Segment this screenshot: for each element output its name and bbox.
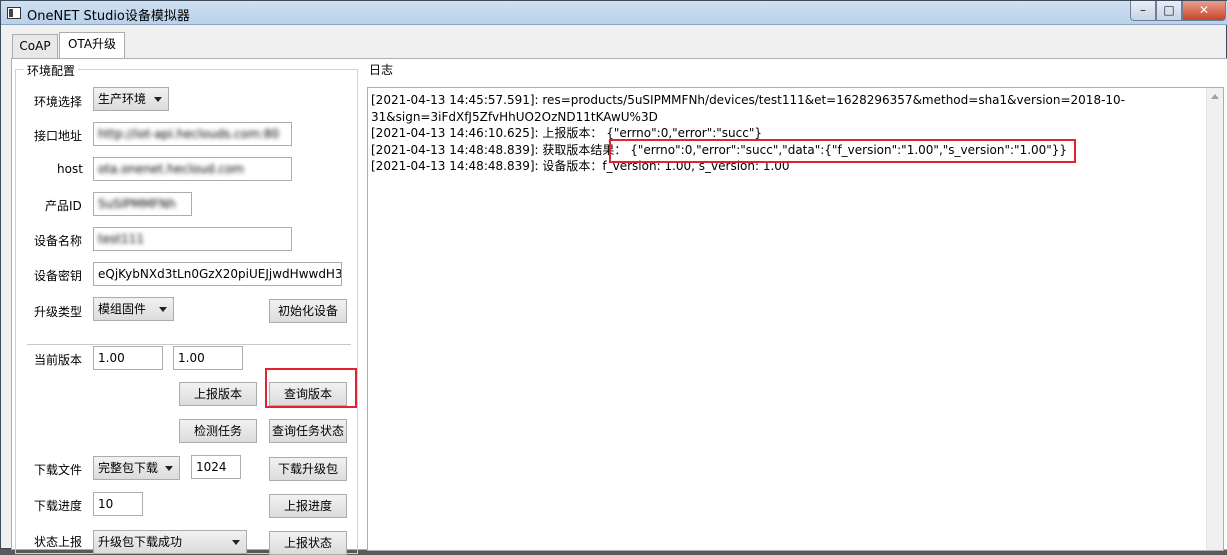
close-button[interactable]: ✕: [1182, 1, 1226, 21]
download-size-field[interactable]: 1024: [191, 455, 241, 479]
product-id-label: 产品ID: [45, 199, 82, 213]
scroll-up-icon[interactable]: [1211, 94, 1219, 99]
log-textarea[interactable]: [2021-04-13 14:45:57.591]: res=products/…: [367, 87, 1224, 551]
download-mode-value: 完整包下载: [98, 461, 159, 475]
app-icon: [7, 7, 21, 19]
chevron-down-icon: [154, 97, 162, 102]
host-field[interactable]: ota.onenet.hecloud.com: [93, 157, 292, 181]
tab-ota[interactable]: OTA升级: [59, 32, 125, 59]
report-progress-button[interactable]: 上报进度: [269, 494, 347, 518]
maximize-button[interactable]: □: [1156, 1, 1182, 21]
upgrade-type-label: 升级类型: [34, 305, 83, 319]
download-mode-select[interactable]: 完整包下载: [93, 456, 180, 480]
log-scrollbar[interactable]: [1206, 88, 1223, 550]
current-version-label: 当前版本: [34, 353, 83, 367]
window-title: OneNET Studio设备模拟器: [27, 9, 190, 24]
host-label: host: [57, 162, 83, 176]
chevron-down-icon: [159, 307, 167, 312]
device-key-label: 设备密钥: [34, 269, 83, 283]
chevron-down-icon: [232, 540, 240, 545]
report-version-button[interactable]: 上报版本: [179, 382, 257, 406]
download-progress-label: 下载进度: [34, 499, 83, 513]
device-key-field[interactable]: eQjKybNXd3tLn0GzX20piUEJjwdHwwdH3: [93, 262, 342, 286]
query-task-status-button[interactable]: 查询任务状态: [269, 419, 347, 443]
f-version-field[interactable]: 1.00: [93, 346, 163, 370]
download-size-value: 1024: [196, 460, 227, 474]
env-select[interactable]: 生产环境: [93, 87, 169, 111]
query-version-highlight: [265, 368, 357, 408]
device-name-field[interactable]: test111: [93, 227, 292, 251]
device-name-label: 设备名称: [34, 234, 83, 248]
env-config-group: 环境配置 环境选择 生产环境 接口地址 http://iot-api.heclo…: [15, 62, 358, 555]
report-status-button[interactable]: 上报状态: [269, 531, 347, 555]
upgrade-type-select[interactable]: 模组固件: [93, 297, 174, 321]
upgrade-type-value: 模组固件: [98, 302, 147, 316]
api-addr-label: 接口地址: [34, 129, 83, 143]
host-value: ota.onenet.hecloud.com: [98, 162, 244, 176]
device-name-value: test111: [98, 232, 144, 246]
api-addr-field[interactable]: http://iot-api.heclouds.com:80: [93, 122, 292, 146]
status-value: 升级包下载成功: [98, 535, 183, 549]
minimize-button[interactable]: –: [1130, 1, 1156, 21]
download-progress-value: 10: [98, 497, 114, 511]
status-select[interactable]: 升级包下载成功: [93, 530, 247, 554]
env-select-label: 环境选择: [34, 95, 83, 109]
title-bar[interactable]: OneNET Studio设备模拟器 – □ ✕: [1, 1, 1227, 25]
log-line: 31&sign=3iFdXfJ5ZfvHhUO2OzND11tKAwU%3D: [371, 109, 658, 124]
env-select-value: 生产环境: [98, 92, 147, 106]
app-window: OneNET Studio设备模拟器 – □ ✕ CoAP OTA升级 环境配置…: [0, 0, 1227, 555]
download-package-button[interactable]: 下载升级包: [269, 457, 347, 481]
ota-tab-panel: 环境配置 环境选择 生产环境 接口地址 http://iot-api.heclo…: [11, 58, 1227, 555]
log-legend: 日志: [366, 61, 397, 78]
init-device-button[interactable]: 初始化设备: [269, 299, 347, 323]
device-key-value: eQjKybNXd3tLn0GzX20piUEJjwdHwwdH3: [98, 267, 342, 281]
log-line: [2021-04-13 14:45:57.591]: res=products/…: [371, 93, 1126, 107]
divider: [27, 344, 351, 345]
download-progress-field[interactable]: 10: [93, 492, 143, 516]
s-version-value: 1.00: [178, 351, 205, 365]
product-id-value: 5uSIPMMFNh: [98, 197, 176, 211]
chevron-down-icon: [165, 466, 173, 471]
env-config-legend: 环境配置: [24, 62, 79, 79]
product-id-field[interactable]: 5uSIPMMFNh: [93, 192, 192, 216]
tab-coap[interactable]: CoAP: [12, 34, 58, 58]
s-version-field[interactable]: 1.00: [173, 346, 243, 370]
check-task-button[interactable]: 检测任务: [179, 419, 257, 443]
version-result-highlight: [609, 139, 1076, 163]
download-file-label: 下载文件: [34, 463, 83, 477]
f-version-value: 1.00: [98, 351, 125, 365]
api-addr-value: http://iot-api.heclouds.com:80: [98, 127, 280, 141]
status-report-label: 状态上报: [34, 535, 83, 549]
